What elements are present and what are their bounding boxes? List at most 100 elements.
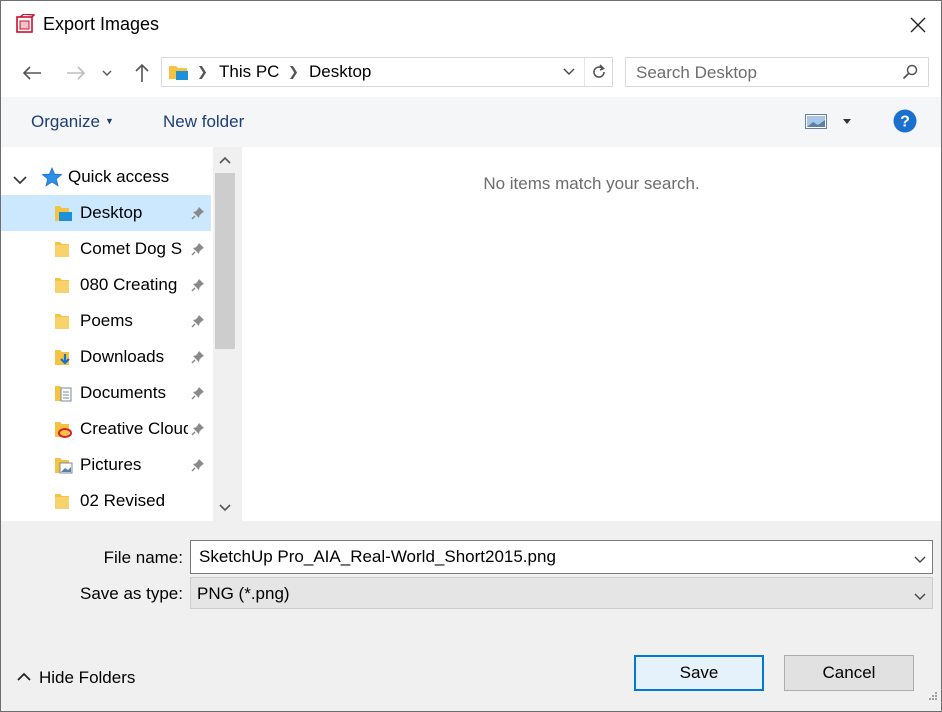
save-form-panel: File name: SketchUp Pro_AIA_Real-World_S… — [1, 521, 941, 711]
help-icon: ? — [893, 109, 917, 133]
close-button[interactable] — [895, 1, 941, 49]
navigation-bar: ❯ This PC ❯ Desktop Search Desktop — [1, 49, 941, 97]
sidebar-item-label: 02 Revised — [80, 491, 166, 510]
sidebar-item-label: Comet Dog S — [80, 239, 183, 258]
sidebar-item-downloads[interactable]: Downloads — [1, 339, 211, 375]
back-button[interactable] — [17, 59, 47, 87]
caret-down-icon: ▼ — [104, 116, 114, 126]
forward-button[interactable] — [61, 59, 91, 87]
quick-access-node[interactable]: Quick access — [1, 159, 211, 195]
folder-icon — [54, 312, 74, 335]
chevron-up-icon — [219, 156, 231, 164]
chevron-up-icon — [17, 667, 31, 687]
pin-icon[interactable] — [191, 385, 205, 405]
organize-label: Organize — [31, 112, 100, 131]
sidebar-item-02-revised[interactable]: 02 Revised — [1, 483, 211, 519]
breadcrumb-chevron-icon: ❯ — [288, 64, 299, 79]
pin-icon[interactable] — [191, 349, 205, 369]
sidebar-item-label: 080 Creating — [80, 275, 178, 294]
quick-access-star-icon — [41, 166, 63, 192]
quick-access-label: Quick access — [68, 167, 170, 186]
breadcrumb-this-pc[interactable]: This PC — [219, 62, 279, 82]
title-bar: Export Images — [1, 1, 941, 49]
breadcrumb-chevron-icon: ❯ — [197, 64, 208, 79]
sidebar-item-label: Poems — [80, 311, 133, 330]
save-as-type-value: PNG (*.png) — [197, 584, 290, 603]
navigation-pane: Quick access Desktop Comet Dog S 080 Creat… — [1, 147, 237, 521]
recent-locations-button[interactable] — [97, 59, 117, 87]
address-history-button[interactable] — [558, 58, 580, 86]
chevron-down-icon — [219, 504, 231, 512]
downloads-folder-icon — [54, 348, 74, 371]
sidebar-item-label: Pictures — [80, 455, 142, 474]
window-title: Export Images — [43, 14, 160, 34]
empty-message: No items match your search. — [483, 174, 700, 193]
folder-icon — [54, 240, 74, 263]
save-as-type-label: Save as type: — [79, 584, 183, 603]
chevron-down-icon[interactable] — [914, 549, 926, 569]
sidebar-item-label: Downloads — [80, 347, 165, 366]
resize-grip-icon[interactable] — [926, 688, 938, 708]
arrow-left-icon — [22, 66, 41, 80]
sketchup-app-icon — [15, 13, 36, 34]
chevron-down-icon — [102, 70, 112, 76]
sidebar-item-comet-dog-s[interactable]: Comet Dog S — [1, 231, 211, 267]
this-pc-folder-icon — [168, 63, 190, 86]
sidebar-item-desktop[interactable]: Desktop — [1, 195, 211, 231]
arrow-right-icon — [67, 66, 86, 80]
breadcrumb-desktop[interactable]: Desktop — [309, 62, 371, 82]
refresh-button[interactable] — [584, 58, 612, 86]
sidebar-item-080-creating[interactable]: 080 Creating — [1, 267, 211, 303]
save-as-type-select[interactable]: PNG (*.png) — [190, 577, 933, 609]
export-images-dialog: Export Images ❯ This PC ❯ Desktop Search… — [0, 0, 942, 712]
arrow-up-icon — [135, 63, 149, 82]
chevron-down-icon — [13, 170, 27, 190]
file-name-label: File name: — [103, 548, 183, 567]
new-folder-button[interactable]: New folder — [163, 112, 244, 132]
search-icon — [902, 64, 918, 85]
scroll-up-button[interactable] — [213, 147, 237, 173]
file-name-value: SketchUp Pro_AIA_Real-World_Short2015.pn… — [199, 547, 556, 566]
command-toolbar: Organize ▼ New folder ? — [1, 97, 941, 147]
search-input[interactable]: Search Desktop — [625, 57, 929, 87]
pictures-folder-icon — [54, 456, 74, 479]
pin-icon[interactable] — [191, 241, 205, 261]
folder-icon — [54, 492, 74, 515]
creative-cloud-folder-icon — [54, 420, 74, 443]
up-button[interactable] — [127, 59, 157, 87]
hide-folders-toggle[interactable]: Hide Folders — [17, 667, 135, 688]
svg-text:?: ? — [900, 114, 910, 131]
sidebar-item-pictures[interactable]: Pictures — [1, 447, 211, 483]
hide-folders-label: Hide Folders — [39, 668, 136, 687]
desktop-folder-icon — [54, 204, 74, 227]
sidebar-item-creative-cloud[interactable]: Creative Cloud — [1, 411, 211, 447]
help-button[interactable]: ? — [893, 109, 917, 138]
sidebar-item-documents[interactable]: Documents — [1, 375, 211, 411]
pin-icon[interactable] — [191, 313, 205, 333]
close-icon — [910, 17, 926, 33]
scroll-down-button[interactable] — [213, 495, 237, 521]
cancel-button[interactable]: Cancel — [784, 655, 914, 691]
navigation-pane-scrollbar[interactable] — [213, 147, 237, 521]
chevron-down-icon — [914, 586, 926, 606]
refresh-icon — [592, 64, 605, 78]
search-placeholder: Search Desktop — [636, 63, 757, 82]
address-bar[interactable]: ❯ This PC ❯ Desktop — [161, 57, 613, 87]
folder-icon — [54, 276, 74, 299]
pin-icon[interactable] — [191, 205, 205, 225]
sidebar-item-label: Creative Cloud — [80, 419, 188, 438]
caret-down-icon — [843, 119, 851, 124]
save-button[interactable]: Save — [634, 655, 764, 691]
pin-icon[interactable] — [191, 457, 205, 477]
sidebar-item-poems[interactable]: Poems — [1, 303, 211, 339]
pin-icon[interactable] — [191, 277, 205, 297]
file-name-field[interactable]: SketchUp Pro_AIA_Real-World_Short2015.pn… — [190, 540, 933, 574]
scroll-thumb[interactable] — [215, 173, 235, 349]
file-list-area[interactable]: No items match your search. — [242, 147, 941, 521]
sidebar-item-label: Desktop — [80, 203, 143, 222]
chevron-down-icon — [563, 68, 575, 75]
sidebar-item-label: Documents — [80, 383, 166, 402]
organize-menu[interactable]: Organize ▼ — [31, 112, 114, 132]
change-view-button[interactable] — [805, 111, 855, 133]
pin-icon[interactable] — [191, 421, 205, 441]
